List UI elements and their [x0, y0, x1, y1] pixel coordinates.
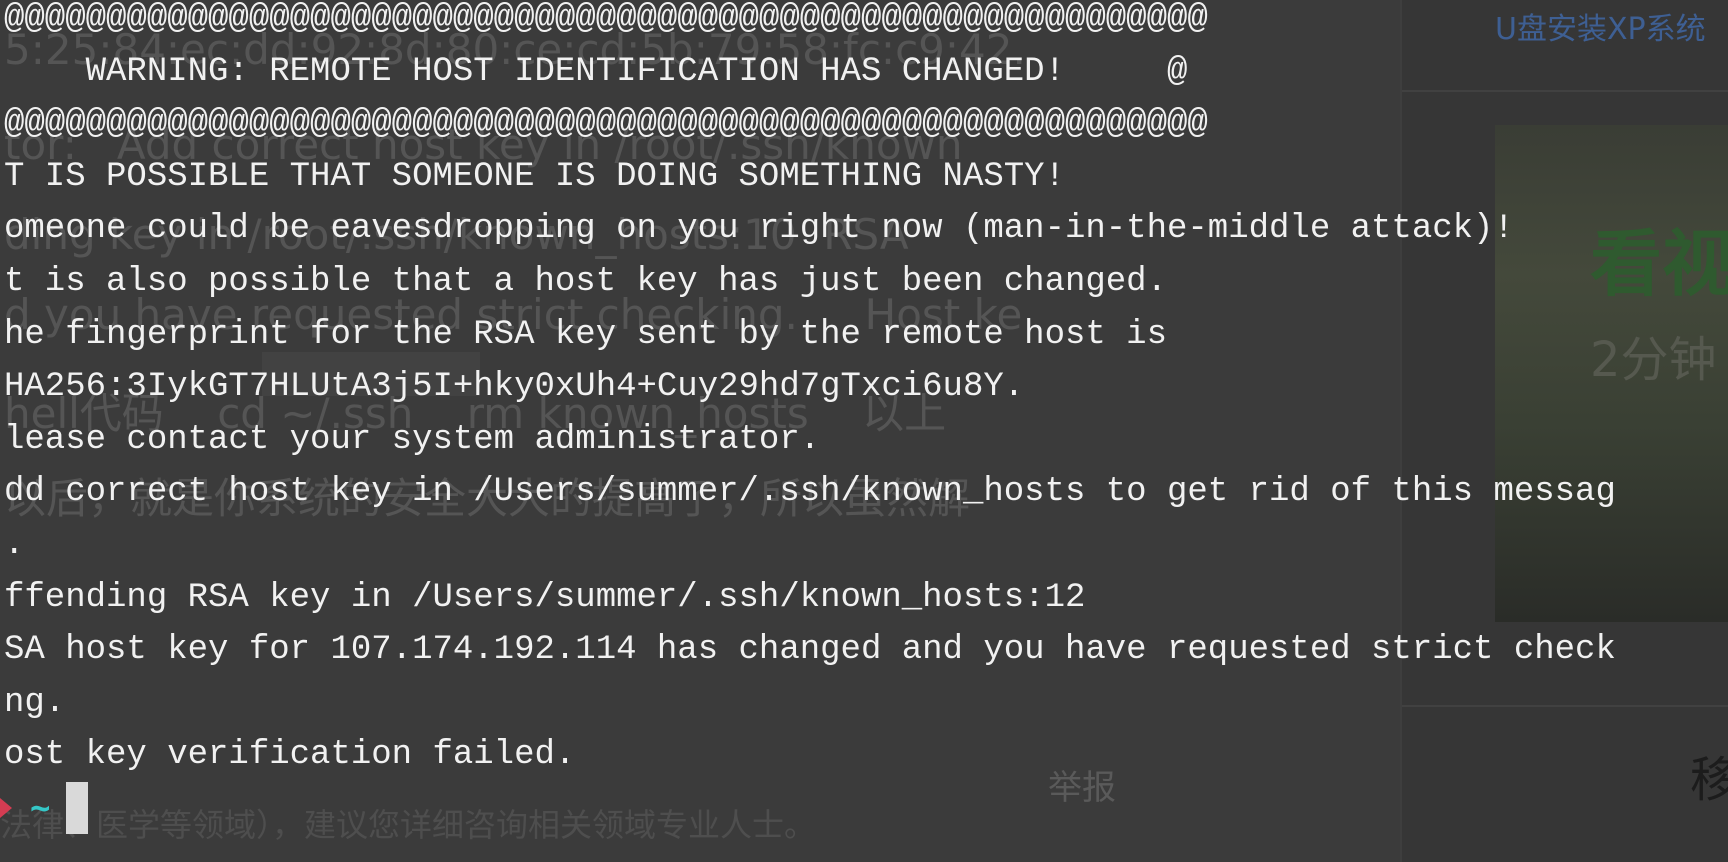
terminal-line: ost key verification failed.: [4, 736, 576, 775]
terminal-line: he fingerprint for the RSA key sent by t…: [4, 315, 1167, 354]
terminal-line: ffending RSA key in /Users/summer/.ssh/k…: [4, 578, 1086, 617]
terminal-line: omeone could be eavesdropping on you rig…: [4, 210, 1514, 249]
terminal-line: @@@@@@@@@@@@@@@@@@@@@@@@@@@@@@@@@@@@@@@@…: [4, 0, 1208, 38]
terminal-line: HA256:3IykGT7HLUtA3j5I+hky0xUh4+Cuy29hd7…: [4, 368, 1025, 407]
terminal-prompt[interactable]: ~: [0, 778, 89, 838]
terminal-output: @@@@@@@@@@@@@@@@@@@@@@@@@@@@@@@@@@@@@@@@…: [4, 0, 1722, 789]
terminal-line: SA host key for 107.174.192.114 has chan…: [4, 631, 1616, 670]
terminal-line: @@@@@@@@@@@@@@@@@@@@@@@@@@@@@@@@@@@@@@@@…: [4, 105, 1208, 144]
terminal-line: lease contact your system administrator.: [4, 420, 821, 459]
terminal-line: .: [4, 525, 25, 564]
terminal-line: t is also possible that a host key has j…: [4, 262, 1167, 301]
text-cursor[interactable]: [66, 782, 89, 834]
background-footer-text: 法律、医学等领域），建议您详细咨询相关领域专业人士。: [0, 806, 817, 844]
terminal-line: ng.: [4, 683, 66, 722]
prompt-directory: ~: [30, 788, 51, 828]
terminal-line: WARNING: REMOTE HOST IDENTIFICATION HAS …: [4, 52, 1188, 91]
prompt-arrow-icon: [0, 798, 12, 818]
terminal-line: T IS POSSIBLE THAT SOMEONE IS DOING SOME…: [4, 157, 1065, 196]
terminal-line: dd correct host key in /Users/summer/.ss…: [4, 473, 1616, 512]
